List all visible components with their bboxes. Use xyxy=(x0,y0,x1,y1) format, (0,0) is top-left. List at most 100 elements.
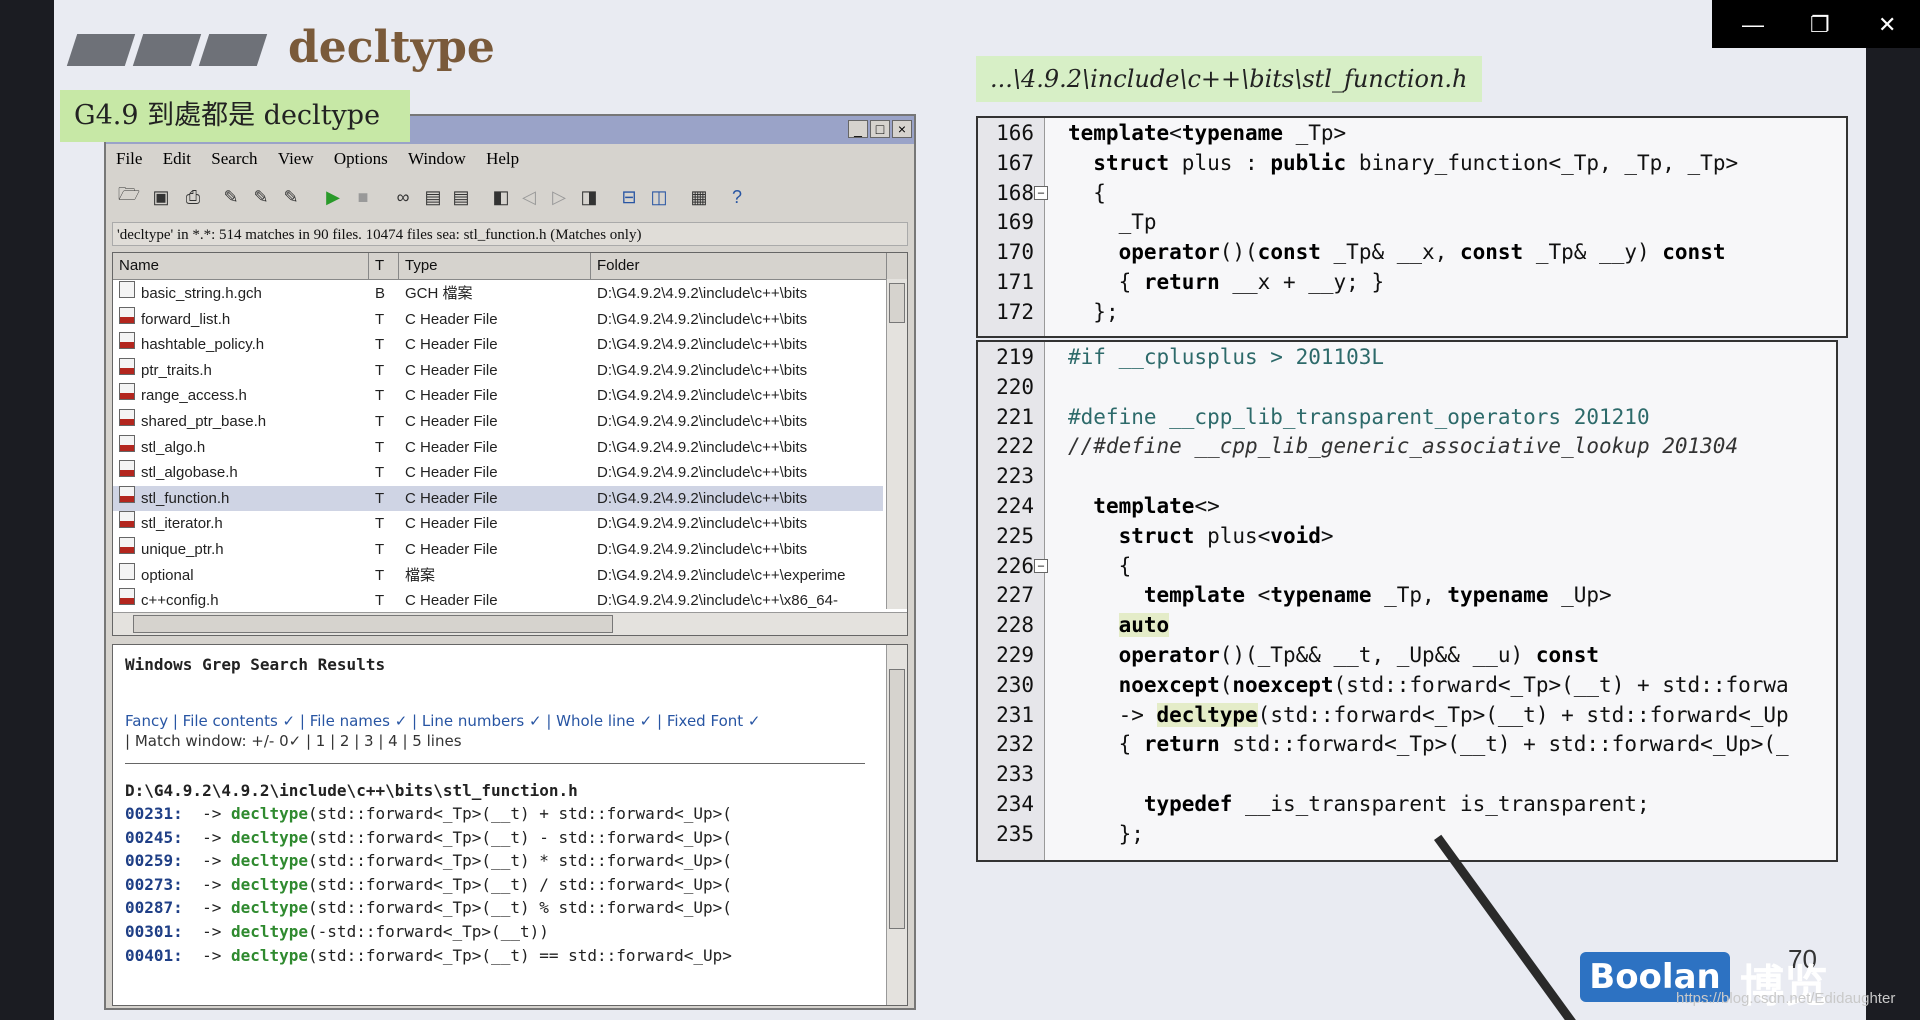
view-results-icon[interactable]: ∞ xyxy=(390,184,416,210)
line-number: 170 xyxy=(996,240,1034,265)
previous-match-icon[interactable]: ◁ xyxy=(516,184,542,210)
file-name: range_access.h xyxy=(141,387,247,405)
results-vertical-scrollbar[interactable] xyxy=(886,645,907,1005)
code-text: template <typename _Tp, typename _Up> xyxy=(1143,583,1612,608)
file-row[interactable]: stl_algobase.h T C Header File D:\G4.9.2\4.… xyxy=(113,460,883,485)
code-text: template<> xyxy=(1093,494,1220,518)
result-arrow: -> xyxy=(182,827,231,847)
file-row[interactable]: forward_list.h T C Header File D:\G4.9.2\4.… xyxy=(113,306,883,332)
result-line[interactable]: 00301: -> decltype(-std::forward<_Tp>(__… xyxy=(125,921,549,943)
code-text: operator()(_Tp&& __t, _Up&& __u) const xyxy=(1118,643,1600,667)
search-options-icon[interactable]: ✎ xyxy=(278,184,304,210)
file-row[interactable]: ptr_traits.h T C Header File D:\G4.9.2\4.9.… xyxy=(113,357,883,383)
result-line-number: 00273: xyxy=(125,874,183,894)
result-line[interactable]: 00273: -> decltype(std::forward<_Tp>(__t… xyxy=(125,874,732,896)
file-folder: D:\G4.9.2\4.9.2\include\c++\x86_64- xyxy=(597,592,838,610)
view-options-line-2[interactable]: | Match window: +/- 0✓ | 1 | 2 | 3 | 4 |… xyxy=(125,731,885,751)
minimize-icon[interactable]: _ xyxy=(848,120,868,138)
file-folder: D:\G4.9.2\4.9.2\include\c++\bits xyxy=(597,413,808,430)
file-row[interactable]: hashtable_policy.h T C Header File D:\G4.9.… xyxy=(113,332,883,357)
file-icon xyxy=(119,306,135,324)
file-row[interactable]: stl_iterator.h T C Header File D:\G4.9.2\4.… xyxy=(113,511,883,536)
file-list-vertical-scrollbar[interactable] xyxy=(886,279,907,609)
file-icon xyxy=(119,434,135,452)
menu-file[interactable]: File xyxy=(116,149,142,168)
line-number: 166 xyxy=(996,121,1034,145)
file-type: C Header File xyxy=(405,361,498,379)
menu-options[interactable]: Options xyxy=(334,149,388,168)
line-number: 230 xyxy=(996,672,1034,697)
last-match-icon[interactable]: ◨ xyxy=(576,184,602,210)
code-text: { xyxy=(1093,180,1106,205)
result-line[interactable]: 00231: -> decltype(std::forward<_Tp>(__t… xyxy=(125,803,732,825)
file-row[interactable]: basic_string.h.gch B GCH 檔案 D:\G4.9.2\4.9.2… xyxy=(113,281,883,306)
menu-search[interactable]: Search xyxy=(211,149,257,168)
menu-view[interactable]: View xyxy=(278,149,314,168)
result-line[interactable]: 00259: -> decltype(std::forward<_Tp>(__t… xyxy=(125,850,732,872)
result-line-number: 00287: xyxy=(125,898,183,918)
code-line: 220 xyxy=(978,372,1836,402)
file-t: T xyxy=(375,592,385,610)
fold-toggle-icon[interactable]: − xyxy=(1034,558,1048,573)
file-folder: D:\G4.9.2\4.9.2\include\c++\bits xyxy=(597,361,808,379)
code-text: struct plus : public binary_function<_Tp… xyxy=(1093,150,1739,175)
column-folder[interactable]: Folder xyxy=(591,253,887,279)
run-search-icon[interactable]: ▶ xyxy=(320,184,346,210)
file-icon xyxy=(119,409,135,426)
help-icon[interactable]: ? xyxy=(724,184,750,210)
result-line[interactable]: 00287: -> decltype(std::forward<_Tp>(__t… xyxy=(125,897,732,919)
file-t: T xyxy=(375,387,385,405)
result-arrow: -> xyxy=(182,898,231,918)
file-icon xyxy=(119,357,135,375)
stop-search-icon[interactable]: ■ xyxy=(350,184,376,210)
file-name: optional xyxy=(141,566,194,584)
print-icon[interactable]: ⎙ xyxy=(180,184,206,210)
file-row[interactable]: optional T 檔案 D:\G4.9.2\4.9.2\include\c++\e… xyxy=(113,562,883,588)
green-caption: G4.9 到處都是 decltype xyxy=(60,90,410,142)
column-type[interactable]: Type xyxy=(399,253,591,279)
results-divider xyxy=(125,763,865,764)
menu-window[interactable]: Window xyxy=(408,149,466,168)
line-number: 220 xyxy=(996,374,1034,399)
column-name[interactable]: Name xyxy=(113,253,369,279)
next-match-icon[interactable]: ▷ xyxy=(546,184,572,210)
fold-toggle-icon[interactable]: − xyxy=(1034,185,1048,200)
save-icon[interactable]: ▣ xyxy=(148,184,174,210)
document-icon[interactable]: ▤ xyxy=(420,184,446,210)
close-icon[interactable]: × xyxy=(892,120,912,138)
results-title: Windows Grep Search Results xyxy=(125,655,386,674)
file-row[interactable]: range_access.h T C Header File D:\G4.9.2\4.… xyxy=(113,383,883,408)
file-icon xyxy=(119,383,135,401)
file-row[interactable]: shared_ptr_base.h T C Header File D:\G4.9.2… xyxy=(113,409,883,434)
menu-bar: File Edit Search View Options Window Hel… xyxy=(106,146,914,172)
search-replace-icon[interactable]: ✎ xyxy=(248,184,274,210)
result-line[interactable]: 00401: -> decltype(std::forward<_Tp>(__t… xyxy=(125,945,732,967)
file-row[interactable]: stl_algo.h T C Header File D:\G4.9.2\4.9.2\… xyxy=(113,434,883,460)
search-status: 'decltype' in *.*: 514 matches in 90 fil… xyxy=(112,222,908,246)
restore-icon[interactable]: ❐ xyxy=(1810,12,1830,38)
search-wizard-icon[interactable]: ✎ xyxy=(218,184,244,210)
file-row[interactable]: unique_ptr.h T C Header File D:\G4.9.2\4.9.… xyxy=(113,537,883,562)
close-icon[interactable]: ✕ xyxy=(1878,12,1896,38)
code-line: 227 template <typename _Tp, typename _Up… xyxy=(978,580,1836,610)
file-t: T xyxy=(375,541,385,558)
file-type: C Header File xyxy=(405,387,498,405)
first-match-icon[interactable]: ◧ xyxy=(488,184,514,210)
document-list-icon[interactable]: ▤ xyxy=(448,184,474,210)
open-folder-icon[interactable]: 🗁 xyxy=(116,184,142,210)
menu-edit[interactable]: Edit xyxy=(163,149,191,168)
results-view-options[interactable]: Fancy | File contents ✓ | File names ✓ |… xyxy=(125,711,885,751)
result-text: (std::forward<_Tp>(__t) + std::forward<_… xyxy=(308,804,732,823)
file-row[interactable]: c++config.h T C Header File D:\G4.9.2\4.9.2… xyxy=(113,588,883,613)
minimize-icon[interactable]: — xyxy=(1742,12,1764,38)
split-horizontal-icon[interactable]: ⊟ xyxy=(616,184,642,210)
split-vertical-icon[interactable]: ◫ xyxy=(646,184,672,210)
clipboard-icon[interactable]: ▦ xyxy=(686,184,712,210)
file-list-horizontal-scrollbar[interactable] xyxy=(113,612,907,635)
column-t[interactable]: T xyxy=(369,253,399,279)
view-options-line-1[interactable]: Fancy | File contents ✓ | File names ✓ |… xyxy=(125,711,885,731)
maximize-icon[interactable]: □ xyxy=(870,120,890,138)
menu-help[interactable]: Help xyxy=(486,149,519,168)
result-line[interactable]: 00245: -> decltype(std::forward<_Tp>(__t… xyxy=(125,827,732,849)
file-row[interactable]: stl_function.h T C Header File D:\G4.9.2\4.… xyxy=(113,485,883,511)
